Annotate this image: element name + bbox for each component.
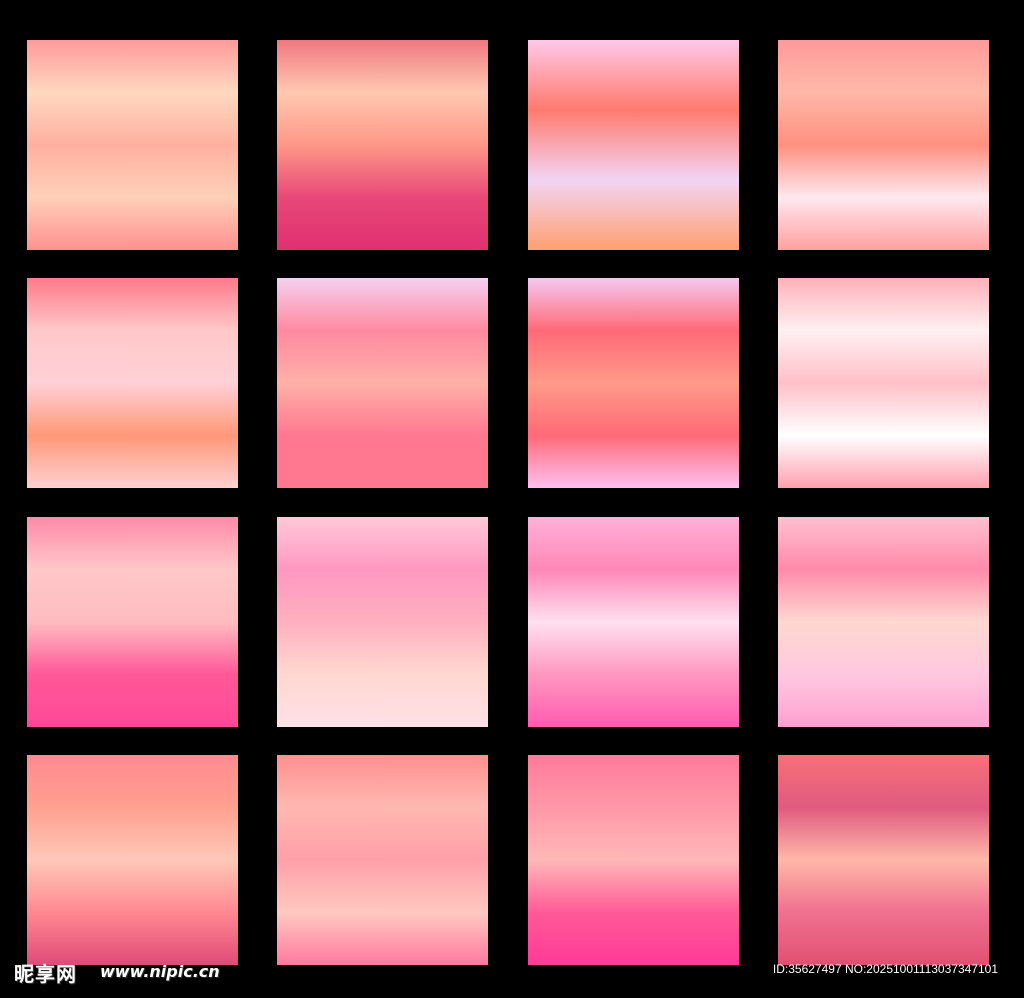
gradient-swatch <box>277 278 488 488</box>
watermark-url: www.nipic.cn <box>100 962 220 981</box>
watermark-logo: 昵享网 <box>14 962 77 986</box>
gradient-swatch <box>277 517 488 727</box>
gradient-swatch <box>778 517 989 727</box>
gradient-swatch <box>528 278 739 488</box>
gradient-swatch <box>528 755 739 965</box>
gradient-swatch <box>528 517 739 727</box>
gradient-swatch <box>277 40 488 250</box>
gradient-swatch <box>778 278 989 488</box>
gradient-swatch <box>277 755 488 965</box>
gradient-swatch <box>778 755 989 965</box>
gradient-swatch <box>27 755 238 965</box>
watermark-id: ID:35627497 NO:20251001113037347101 <box>772 962 998 976</box>
gradient-swatch <box>528 40 739 250</box>
gradient-swatch <box>27 278 238 488</box>
gradient-swatch <box>27 40 238 250</box>
gradient-swatch <box>778 40 989 250</box>
gradient-swatch <box>27 517 238 727</box>
